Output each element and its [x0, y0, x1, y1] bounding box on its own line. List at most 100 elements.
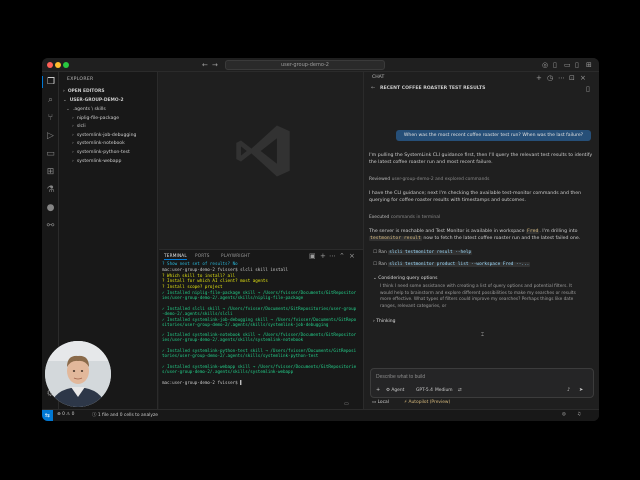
file-tree-item[interactable]: › systemlink-notebook — [72, 141, 125, 146]
back-arrow-icon[interactable]: ← — [371, 85, 375, 92]
send-icon[interactable]: ➤ — [579, 387, 583, 394]
assistant-paragraph-3: The server is reachable and Test Monitor… — [369, 229, 581, 241]
terminal-launch-icon[interactable]: ▣ — [309, 251, 316, 261]
chat-input[interactable] — [376, 372, 576, 382]
considering-title[interactable]: ⌄ Considering query options — [373, 275, 437, 282]
accounts-share-icon[interactable]: ⚯ — [42, 220, 59, 232]
chat-header: CHAT — [372, 75, 385, 80]
search-icon[interactable]: ⌕ — [42, 94, 59, 106]
back-arrow-icon[interactable]: ← — [202, 60, 208, 70]
chevron-down-icon: ⌄ — [373, 276, 377, 281]
chat-input-box[interactable]: + ⚙ Agent GPT-5.4 Medium ⇄ ♪ ➤ — [370, 368, 594, 398]
agent-mode-picker[interactable]: ⚙ Agent — [386, 387, 404, 394]
tab-terminal[interactable]: TERMINAL — [164, 253, 187, 260]
terminal-line: ✓ Installed slcli skill → /Users/fvisser… — [162, 305, 357, 316]
toggle-sidebar-icon[interactable]: ▯ — [553, 60, 557, 70]
assistant-paragraph-2: I have the CLI guidance; next I'm checki… — [369, 191, 582, 203]
explorer-icon[interactable]: ❐ — [42, 76, 59, 88]
file-tree-item-label: systemlink-webapp — [76, 158, 122, 164]
more-actions-icon[interactable]: ⋯ — [329, 251, 336, 261]
terminal-line: ? Show next set of results? No — [162, 261, 238, 266]
layout-icon[interactable]: ⊞ — [586, 60, 592, 70]
ran-command-2[interactable]: ☐ Ran slcli testmonitor product list --w… — [373, 262, 531, 267]
command-center-search[interactable]: user-group-demo-2 — [225, 60, 385, 70]
info-icon: ⓘ — [92, 413, 97, 418]
chevron-right-icon: › — [63, 89, 65, 94]
monitor-icon: ▭ — [372, 400, 377, 405]
vscode-window: ← → user-group-demo-2 ◎ ▯ ▭ ▯ ⊞ ❐ ⌕ ⑂ ▷ … — [42, 58, 599, 421]
effort-picker[interactable]: Medium — [435, 387, 453, 394]
open-editors-section[interactable]: › OPEN EDITORS — [63, 89, 105, 94]
terminal-line: ✓ Installed systemlink-notebook skill → … — [162, 332, 357, 343]
title-bar: ← → user-group-demo-2 ◎ ▯ ▭ ▯ ⊞ — [42, 58, 599, 72]
tab-ports[interactable]: PORTS — [195, 253, 210, 258]
file-tree-item[interactable]: › slcli — [72, 124, 86, 129]
add-terminal-icon[interactable]: + — [320, 251, 326, 261]
source-control-icon[interactable]: ⑂ — [42, 112, 59, 124]
webcam-overlay — [45, 341, 111, 407]
file-tree-item[interactable]: ⌄ .agents \ skills — [66, 107, 106, 112]
add-context-icon[interactable]: + — [376, 387, 380, 394]
close-chat-icon[interactable]: × — [580, 73, 586, 83]
terminal-line: mac:user-group-demo-2 fvisser$ slcli ski… — [162, 266, 289, 272]
folder-path-icon: ⌄ — [66, 107, 70, 112]
terminal-tab-icon[interactable]: ▭ — [344, 399, 349, 409]
run-debug-icon[interactable]: ▷ — [42, 130, 59, 142]
file-tree-item[interactable]: › systemlink-job-debugging — [72, 133, 136, 138]
toggle-panel-icon[interactable]: ▭ — [564, 60, 571, 70]
notifications-bell-icon[interactable]: ♫ — [577, 412, 581, 417]
considering-body: I think I need some assistance with crea… — [380, 284, 576, 309]
workspace-chip: Fred — [526, 229, 540, 234]
analysis-status[interactable]: ⓘ 1 file and 0 cells to analyze — [92, 412, 158, 418]
chat-history-icon[interactable]: ◷ — [547, 73, 553, 83]
file-tree-item-label: systemlink-notebook — [76, 141, 125, 147]
toggle-secondary-sidebar-icon[interactable]: ▯ — [575, 60, 579, 70]
extensions-icon[interactable]: ⊞ — [42, 166, 59, 178]
local-picker[interactable]: ▭ Local — [372, 399, 389, 406]
maximize-window-button[interactable] — [63, 62, 69, 68]
maximize-panel-icon[interactable]: ⌃ — [339, 251, 345, 261]
more-actions-icon[interactable]: ⋯ — [558, 73, 565, 83]
chevron-right-icon: › — [72, 158, 74, 164]
autopilot-icon: ⚡ — [404, 400, 408, 405]
command-center-label: user-group-demo-2 — [281, 62, 329, 68]
agent-icon: ⚙ — [386, 388, 390, 393]
file-tree-item[interactable]: › systemlink-webapp — [72, 159, 121, 164]
maximize-chat-icon[interactable]: ⊡ — [569, 73, 575, 83]
forward-arrow-icon[interactable]: → — [212, 60, 218, 70]
problems-indicator[interactable]: ⊗ 0 ⚠ 0 — [57, 412, 74, 417]
file-tree-item[interactable]: › niplig-file-package — [72, 116, 119, 121]
session-title: RECENT COFFEE ROASTER TEST RESULTS — [380, 86, 486, 91]
autopilot-picker[interactable]: ⚡ Autopilot (Preview) — [404, 399, 450, 406]
close-window-button[interactable] — [47, 62, 53, 68]
terminal-line: ✓ Installed systemlink-job-debugging ski… — [162, 316, 357, 327]
close-panel-icon[interactable]: × — [349, 251, 355, 261]
testing-icon[interactable]: ⚗ — [42, 184, 59, 196]
mouse-cursor-icon: ⌶ — [481, 332, 485, 338]
terminal-line: mac:user-group-demo-2 fvisser$ ▌ — [162, 379, 243, 385]
warning-icon: ⚠ — [66, 412, 71, 417]
checkbox-icon: ☐ — [373, 262, 377, 267]
vscode-watermark-icon — [236, 125, 290, 177]
remote-explorer-icon[interactable]: ▭ — [42, 148, 59, 160]
terminal-line: ✓ Installed niplig-file-package skill → … — [162, 290, 357, 300]
model-picker[interactable]: GPT-5.4 — [416, 387, 433, 394]
tab-playwright[interactable]: PLAYWRIGHT — [221, 253, 250, 258]
new-chat-icon[interactable]: + — [536, 73, 542, 83]
copilot-icon[interactable]: ◎ — [542, 60, 548, 70]
tools-icon[interactable]: ⇄ — [458, 387, 462, 394]
file-tree-item[interactable]: › systemlink-python-test — [72, 150, 130, 155]
microphone-icon[interactable]: ♪ — [567, 387, 570, 394]
chevron-right-icon: › — [72, 115, 74, 121]
session-menu-icon[interactable]: ▯ — [586, 84, 590, 94]
executed-line[interactable]: Executed commands in terminal — [369, 214, 594, 221]
github-icon[interactable]: ● — [42, 202, 59, 214]
remote-indicator-icon[interactable]: ⇆ — [42, 410, 53, 421]
workspace-section[interactable]: ⌄ USER-GROUP-DEMO-2 — [63, 98, 124, 103]
minimize-window-button[interactable] — [55, 62, 61, 68]
ran-command-1[interactable]: ☐ Ran slcli testmonitor result --help — [373, 250, 473, 255]
presenter-avatar — [45, 341, 111, 407]
reviewed-line[interactable]: Reviewed user-group-demo-2 and explored … — [369, 176, 594, 183]
copilot-status-icon[interactable]: ◎ — [562, 412, 566, 417]
bottom-panel: TERMINAL PORTS PLAYWRIGHT ▣ + ⋯ ⌃ × ? Sh… — [159, 249, 363, 410]
